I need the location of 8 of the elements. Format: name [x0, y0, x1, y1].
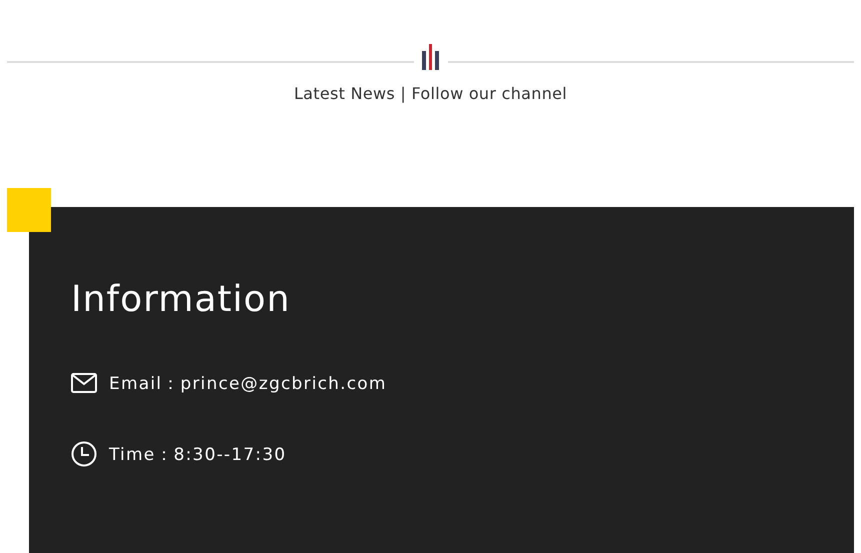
contact-text: Email：prince@zgcbrich.com — [109, 372, 387, 394]
clock-icon — [71, 441, 97, 467]
bars-icon — [420, 44, 440, 70]
envelope-icon — [71, 373, 97, 393]
section-subtitle: Latest News | Follow our channel — [292, 84, 568, 103]
contact-text: Time：8:30--17:30 — [109, 444, 286, 466]
info-title: Information — [71, 278, 292, 322]
accent-square — [7, 188, 51, 232]
